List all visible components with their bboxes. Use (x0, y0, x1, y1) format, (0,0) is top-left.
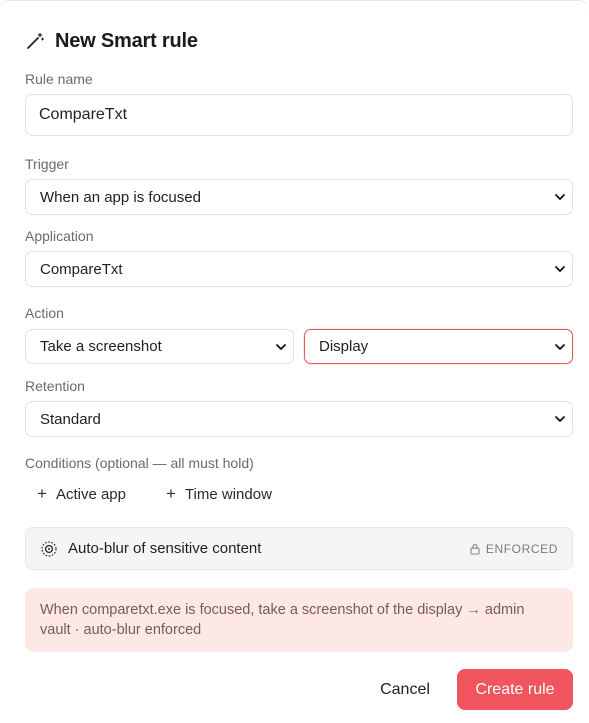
blur-icon (41, 540, 57, 557)
retention-value: Standard (40, 410, 101, 428)
chevron-down-icon (555, 343, 565, 350)
enforced-badge: ENFORCED (469, 542, 558, 556)
rule-name-label: Rule name (25, 71, 93, 87)
retention-label: Retention (25, 378, 85, 394)
active-app-label: Active app (55, 485, 126, 503)
dialog-title: New Smart rule (55, 29, 198, 52)
chevron-down-icon (276, 343, 286, 350)
rule-summary: When comparetxt.exe is focused, take a s… (25, 588, 573, 652)
retention-select[interactable]: Standard (25, 401, 573, 437)
enforced-badge-text: ENFORCED (485, 541, 558, 556)
application-value: CompareTxt (40, 260, 123, 278)
application-select[interactable]: CompareTxt (25, 251, 573, 287)
lock-icon (470, 543, 480, 555)
magic-wand-icon (27, 32, 45, 49)
chevron-down-icon (555, 194, 565, 200)
rule-name-value: CompareTxt (39, 106, 128, 123)
trigger-select[interactable]: When an app is focused (25, 179, 573, 215)
trigger-label: Trigger (25, 156, 69, 172)
plus-icon: + (37, 484, 47, 503)
chevron-down-icon (555, 266, 565, 272)
chevron-down-icon (555, 416, 565, 422)
add-time-window-condition-button[interactable]: + Time window (166, 483, 272, 505)
plus-icon: + (166, 484, 176, 503)
action-label: Action (25, 305, 64, 321)
conditions-label: Conditions (optional — all must hold) (25, 455, 254, 471)
action-target-value: Display (319, 338, 369, 355)
add-active-app-condition-button[interactable]: + Active app (37, 483, 126, 505)
dialog-header: New Smart rule (25, 27, 198, 55)
application-label: Application (25, 228, 94, 244)
create-rule-button[interactable]: Create rule (457, 669, 573, 710)
auto-blur-label: Auto-blur of sensitive content (68, 540, 262, 557)
action-select[interactable]: Take a screenshot (25, 329, 294, 364)
auto-blur-enforced-row: Auto-blur of sensitive content ENFORCED (25, 527, 573, 570)
cancel-button[interactable]: Cancel (362, 671, 448, 709)
time-window-label: Time window (184, 485, 272, 503)
action-target-select[interactable]: Display (304, 329, 573, 364)
trigger-value: When an app is focused (40, 188, 201, 206)
new-smart-rule-dialog: New Smart rule Rule name CompareTxt Trig… (0, 0, 589, 723)
action-value: Take a screenshot (40, 338, 162, 355)
rule-name-input[interactable]: CompareTxt (25, 94, 573, 136)
